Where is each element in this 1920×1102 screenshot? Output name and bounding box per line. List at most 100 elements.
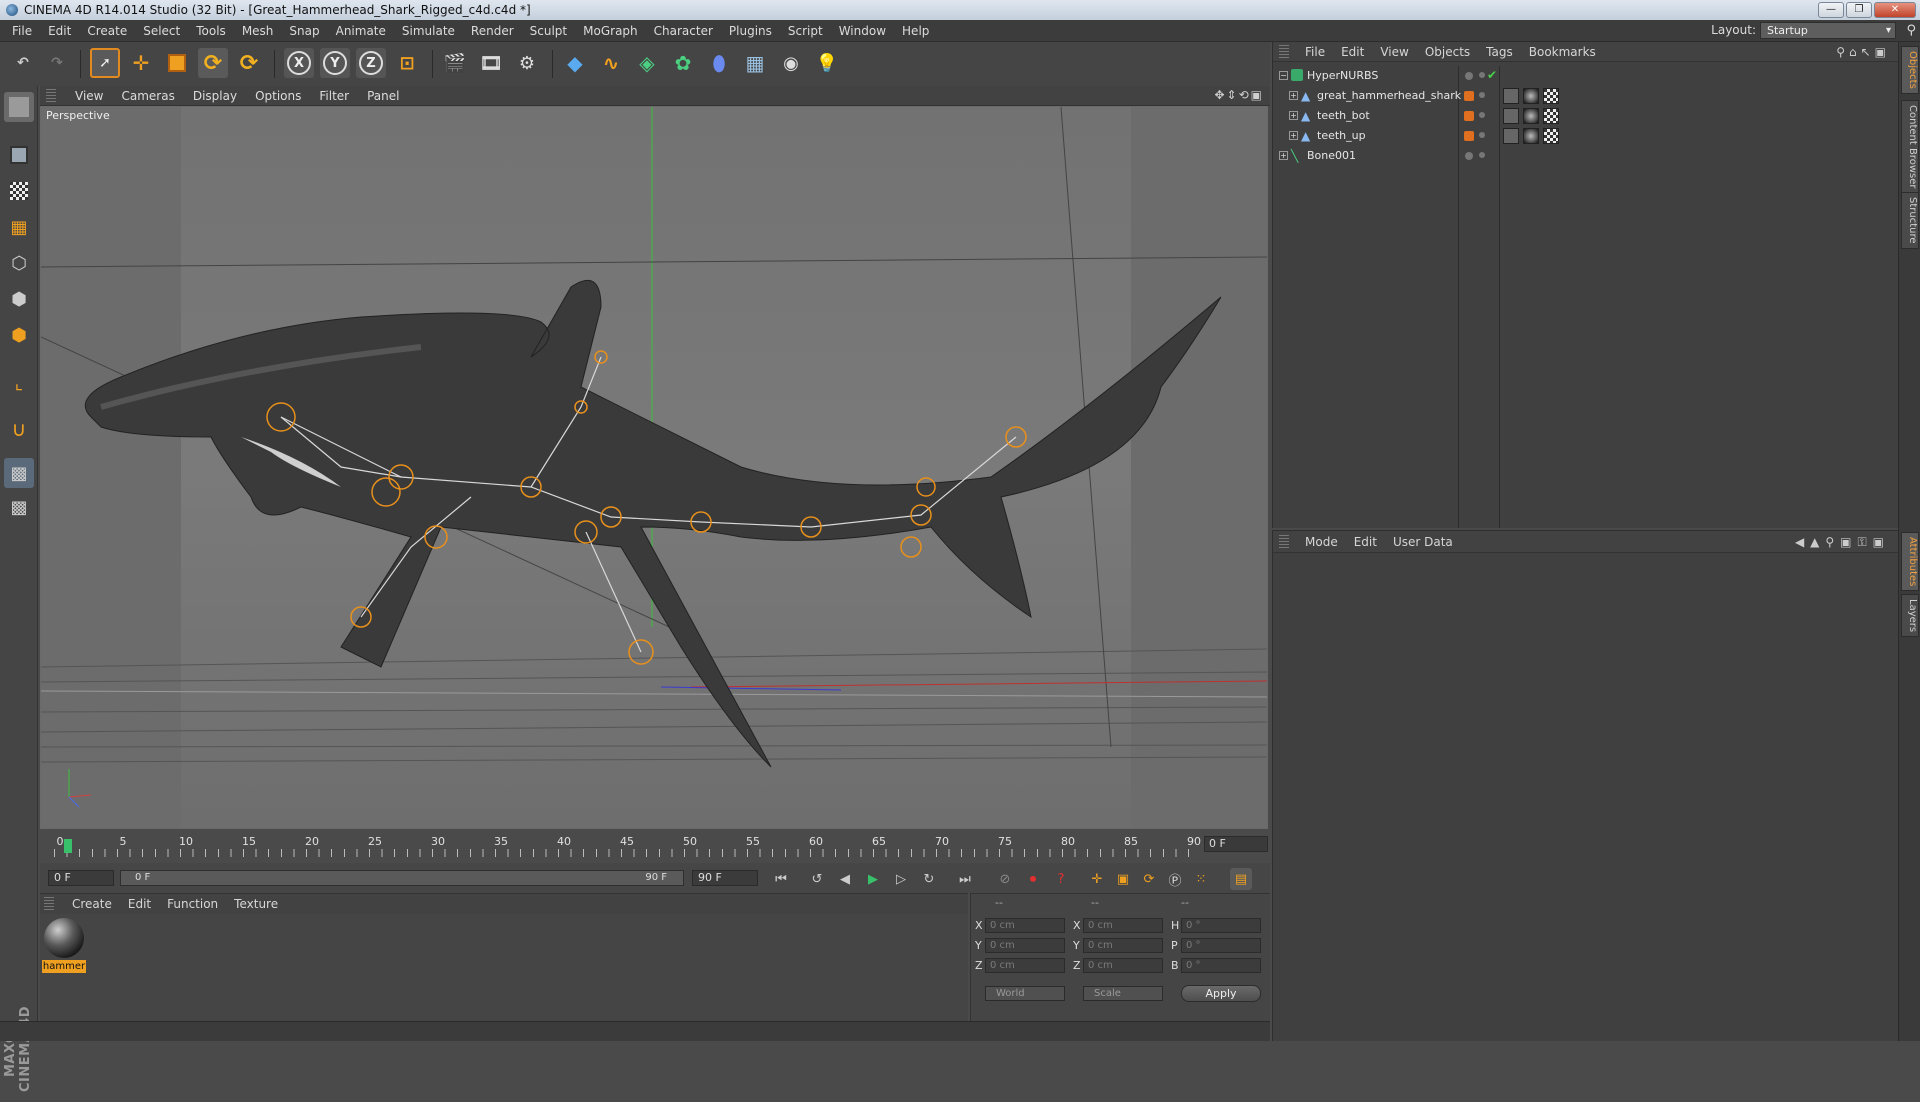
position-x-field[interactable]: 0 cm <box>985 918 1065 933</box>
cube-icon[interactable]: ◆ <box>560 48 590 78</box>
previous-key-icon[interactable]: ↺ <box>806 868 828 890</box>
menu-tools[interactable]: Tools <box>188 20 234 42</box>
go-to-start-icon[interactable]: ⏮ <box>770 868 792 890</box>
key-pla-icon[interactable]: ⁙ <box>1190 868 1212 890</box>
objects-menu-file[interactable]: File <box>1297 45 1333 59</box>
next-frame-icon[interactable]: ▷ <box>890 868 912 890</box>
size-z-field[interactable]: 0 cm <box>1083 958 1163 973</box>
render-picture-viewer-icon[interactable]: 🎞 <box>476 48 506 78</box>
expand-icon[interactable]: + <box>1289 131 1298 140</box>
menu-help[interactable]: Help <box>894 20 937 42</box>
record-active-objects-icon[interactable]: ⏺ <box>1022 868 1044 890</box>
menu-animate[interactable]: Animate <box>328 20 394 42</box>
rotate-icon[interactable]: ⟳ <box>198 48 228 78</box>
points-mode-icon[interactable]: ⬡ <box>4 248 34 278</box>
start-frame-field[interactable]: 0 F <box>48 870 114 886</box>
texture-mode-icon[interactable] <box>4 176 34 206</box>
objects-menu-tags[interactable]: Tags <box>1478 45 1521 59</box>
position-z-field[interactable]: 0 cm <box>985 958 1065 973</box>
menu-sculpt[interactable]: Sculpt <box>522 20 575 42</box>
attributes-menu-user-data[interactable]: User Data <box>1385 535 1461 549</box>
menu-mesh[interactable]: Mesh <box>234 20 282 42</box>
material-tag-icon[interactable] <box>1523 108 1539 124</box>
viewport-menu-filter[interactable]: Filter <box>310 89 358 103</box>
material-tag-icon[interactable] <box>1523 128 1539 144</box>
layer-color-tag[interactable] <box>1464 91 1474 101</box>
menu-edit[interactable]: Edit <box>40 20 79 42</box>
object-row-bone001[interactable]: + ╲ Bone001 <box>1273 146 1899 166</box>
rotation-p-field[interactable]: 0 ° <box>1181 938 1261 953</box>
viewport-menu-options[interactable]: Options <box>246 89 310 103</box>
close-button[interactable]: ✕ <box>1874 2 1916 18</box>
edges-mode-icon[interactable]: ⬢ <box>4 284 34 314</box>
model-mode-icon[interactable] <box>4 140 34 170</box>
key-scale-icon[interactable]: ▣ <box>1112 868 1134 890</box>
render-dot[interactable] <box>1479 152 1485 158</box>
tab-content-browser[interactable]: Content Browser <box>1901 100 1919 194</box>
world-coords-icon[interactable]: ⊡ <box>392 48 422 78</box>
attributes-menu-edit[interactable]: Edit <box>1346 535 1385 549</box>
position-y-field[interactable]: 0 cm <box>985 938 1065 953</box>
key-rotation-icon[interactable]: ⟳ <box>1138 868 1160 890</box>
enabled-check-icon[interactable]: ✔ <box>1487 68 1497 82</box>
nurbs-icon[interactable]: ◈ <box>632 48 662 78</box>
array-icon[interactable]: ✿ <box>668 48 698 78</box>
layer-color-tag[interactable] <box>1464 131 1474 141</box>
recent-tool-icon[interactable]: ⟳ <box>234 48 264 78</box>
tab-attributes[interactable]: Attributes <box>1901 532 1919 592</box>
visibility-dot[interactable] <box>1479 112 1485 118</box>
viewport-perspective[interactable]: Perspective <box>40 106 1268 829</box>
menu-snap[interactable]: Snap <box>281 20 327 42</box>
key-position-icon[interactable]: ✛ <box>1086 868 1108 890</box>
render-dot[interactable] <box>1479 72 1485 78</box>
layout-select[interactable]: Startup <box>1760 22 1896 39</box>
attributes-menu-mode[interactable]: Mode <box>1297 535 1346 549</box>
snap-magnet-icon[interactable]: ∪ <box>4 414 34 444</box>
size-y-field[interactable]: 0 cm <box>1083 938 1163 953</box>
minimize-button[interactable]: — <box>1818 2 1844 18</box>
menu-file[interactable]: File <box>4 20 40 42</box>
play-icon[interactable]: ▶ <box>862 868 884 890</box>
menu-simulate[interactable]: Simulate <box>394 20 463 42</box>
menu-select[interactable]: Select <box>135 20 188 42</box>
apply-button[interactable]: Apply <box>1181 985 1261 1002</box>
render-view-icon[interactable]: 🎬 <box>440 48 470 78</box>
material-tag-icon[interactable] <box>1523 88 1539 104</box>
spline-icon[interactable]: ∿ <box>596 48 626 78</box>
visibility-dot[interactable] <box>1465 72 1473 80</box>
key-parameter-icon[interactable]: Ⓟ <box>1164 868 1186 890</box>
undo-icon[interactable]: ↶ <box>8 48 38 78</box>
frame-range-slider[interactable]: 0 F 90 F <box>120 870 684 886</box>
layer-color-tag[interactable] <box>1464 111 1474 121</box>
tab-objects[interactable]: Objects <box>1901 46 1919 94</box>
objects-menu-bookmarks[interactable]: Bookmarks <box>1521 45 1604 59</box>
texture-tag-icon[interactable] <box>1503 128 1519 144</box>
restore-button[interactable]: ❐ <box>1846 2 1872 18</box>
coordinate-system-select[interactable]: World <box>985 986 1065 1001</box>
viewport-menu-view[interactable]: View <box>66 89 112 103</box>
tab-layers[interactable]: Layers <box>1901 594 1919 638</box>
y-axis-icon[interactable]: Y <box>320 48 350 78</box>
menu-create[interactable]: Create <box>79 20 135 42</box>
size-x-field[interactable]: 0 cm <box>1083 918 1163 933</box>
viewport-menu-cameras[interactable]: Cameras <box>112 89 183 103</box>
camera-icon[interactable]: ◉ <box>776 48 806 78</box>
timeline-scheme-icon[interactable]: ▤ <box>1230 868 1252 890</box>
autokeying-icon[interactable]: ? <box>1050 868 1072 890</box>
x-axis-icon[interactable]: X <box>284 48 314 78</box>
object-row-hypernurbs[interactable]: − HyperNURBS ✔ <box>1273 66 1899 86</box>
axis-mode-icon[interactable]: ⌞ <box>4 368 34 398</box>
material-menu-edit[interactable]: Edit <box>120 897 159 911</box>
menu-render[interactable]: Render <box>463 20 522 42</box>
material-menu-texture[interactable]: Texture <box>226 897 286 911</box>
scale-icon[interactable] <box>162 48 192 78</box>
move-icon[interactable]: ✛ <box>126 48 156 78</box>
menu-window[interactable]: Window <box>831 20 894 42</box>
timeline-ruler[interactable]: 0 5 10 15 20 25 30 35 40 45 50 55 60 65 70 75 80 85 90 <box>54 835 1201 857</box>
polygons-mode-icon[interactable]: ⬢ <box>4 320 34 350</box>
visibility-dot[interactable] <box>1479 132 1485 138</box>
material-label-hammer[interactable]: hammer <box>42 960 86 973</box>
expand-icon[interactable]: + <box>1289 111 1298 120</box>
expand-icon[interactable]: + <box>1289 91 1298 100</box>
uvw-tag-icon[interactable] <box>1543 88 1559 104</box>
